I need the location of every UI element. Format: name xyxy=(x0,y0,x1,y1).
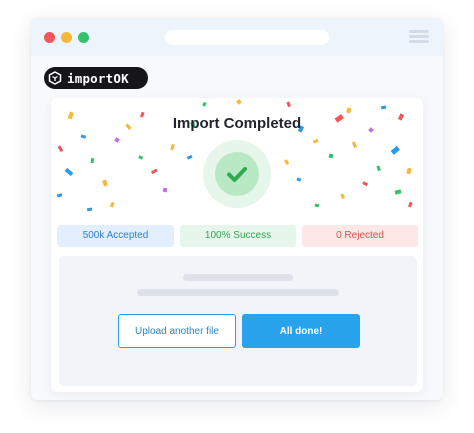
placeholder-line xyxy=(137,289,339,296)
checkmark-icon xyxy=(227,167,247,182)
brand-name: importOK xyxy=(67,71,129,86)
address-bar[interactable] xyxy=(165,30,329,45)
success-rate-badge: 100% Success xyxy=(180,225,296,247)
all-done-button[interactable]: All done! xyxy=(242,314,360,348)
maximize-window-button[interactable] xyxy=(78,32,89,43)
actions-panel: Upload another file All done! xyxy=(59,256,417,386)
brand-badge[interactable]: importOK xyxy=(44,67,148,89)
accepted-count-badge: 500k Accepted xyxy=(57,225,174,247)
browser-window: importOK Import Completed 500k Accepted … xyxy=(31,18,443,400)
app-content: importOK Import Completed 500k Accepted … xyxy=(31,56,443,400)
upload-another-file-button[interactable]: Upload another file xyxy=(118,314,236,348)
rejected-count-badge: 0 Rejected xyxy=(302,225,418,247)
hamburger-menu-icon[interactable] xyxy=(409,30,429,44)
window-titlebar xyxy=(31,18,443,56)
placeholder-line xyxy=(183,274,293,281)
import-result-card: Import Completed 500k Accepted 100% Succ… xyxy=(51,98,423,392)
close-window-button[interactable] xyxy=(44,32,55,43)
minimize-window-button[interactable] xyxy=(61,32,72,43)
page-title: Import Completed xyxy=(172,115,302,132)
hexagon-cube-icon xyxy=(48,71,62,85)
